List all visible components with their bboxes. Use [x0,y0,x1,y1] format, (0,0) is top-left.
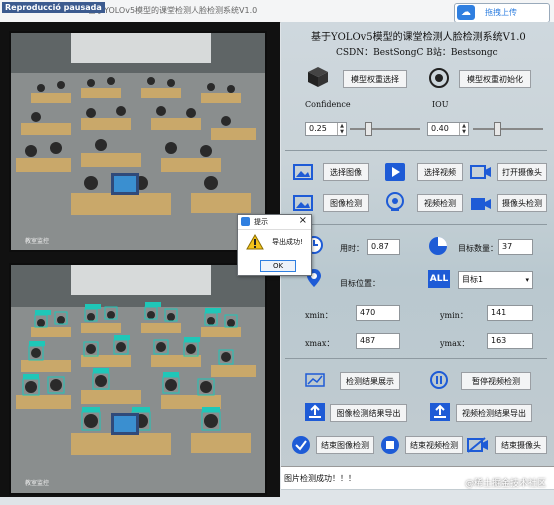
cube-icon [308,67,328,87]
spin-arrows-icon[interactable]: ▲ ▼ [459,123,468,135]
export-icon [430,403,450,421]
image-detect-icon [293,195,313,211]
ymax-value: 163 [487,333,533,349]
xmin-value: 470 [356,305,400,321]
open-camera-button[interactable]: 打开摄像头 [497,163,547,181]
pie-chart-icon [429,237,447,255]
divider [285,358,547,359]
video-detect-button[interactable]: 视频检测 [417,194,463,212]
upload-button[interactable]: ☁ 拖拽上传 [454,3,550,23]
target-select-value: 目标1 [462,275,484,284]
status-tag: Reproducció pausada [2,2,105,13]
target-icon [429,68,449,88]
xmin-label: xmin： [305,311,333,320]
chevron-down-icon: ▾ [525,276,529,284]
check-circle-icon [292,436,310,454]
position-label: 目标位置： [340,279,380,288]
stop-icon [381,436,399,454]
close-icon[interactable]: × [299,215,307,226]
confidence-slider-track[interactable] [350,128,420,130]
select-video-button[interactable]: 选择视频 [417,163,463,181]
spin-arrows-icon[interactable]: ▲ ▼ [337,123,346,135]
title-bar: 基于YOLOv5模型的课堂检测人脸检测系统V1.0 Reproducció pa… [0,0,554,23]
svg-text:教室监控: 教室监控 [25,237,49,245]
camera-detect-button[interactable]: 摄像头检测 [497,194,547,212]
image-detect-button[interactable]: 图像检测 [323,194,369,212]
dialog-message: 导出成功! [272,238,303,246]
dialog-title: 提示 [254,218,268,226]
upload-label: 拖拽上传 [485,8,517,17]
camera-icon [470,165,491,179]
app-icon [241,217,250,226]
confidence-value: 0.25 [309,124,327,133]
show-results-button[interactable]: 检测结果展示 [340,372,400,390]
end-image-button[interactable]: 结束图像检测 [316,436,374,454]
export-video-button[interactable]: 视频检测结果导出 [456,404,532,422]
ymax-label: ymax： [440,339,470,348]
ok-button[interactable]: OK [260,260,296,272]
xmax-label: xmax： [305,339,335,348]
message-dialog: 提示 × 导出成功! OK [237,214,312,276]
pause-video-button[interactable]: 暂停视频检测 [461,372,531,390]
camera-detect-icon [471,198,491,210]
cloud-upload-icon: ☁ [457,5,475,20]
confidence-label: Confidence [305,100,351,109]
iou-value: 0.40 [431,124,449,133]
status-message: 图片检测成功！！！ [284,474,356,483]
original-image: 教室监控 [9,31,267,252]
line-chart-icon [305,373,325,387]
model-select-button[interactable]: 模型权重选择 [343,70,407,88]
window-title: 基于YOLOv5模型的课堂检测人脸检测系统V1.0 [88,6,258,15]
page-title: 基于YOLOv5模型的课堂检测人脸检测系统V1.0 [311,32,526,43]
export-icon [305,403,325,421]
page-subtitle: CSDN：BestSongC B站：Bestsongc [336,48,498,58]
end-camera-button[interactable]: 结束摄像头 [495,436,547,454]
dialog-header: 提示 × [238,215,311,230]
xmax-value: 487 [356,333,400,349]
end-video-button[interactable]: 结束视频检测 [405,436,463,454]
ymin-label: ymin： [440,311,468,320]
warning-icon [246,234,264,250]
webcam-icon [386,192,404,211]
model-init-button[interactable]: 模型权重初始化 [459,70,531,88]
select-image-button[interactable]: 选择图像 [323,163,369,181]
target-select[interactable]: 目标1 ▾ [458,271,533,289]
pause-icon [430,371,448,389]
iou-slider-handle[interactable] [494,122,501,136]
divider [285,150,547,151]
svg-text:教室监控: 教室监控 [25,479,49,487]
ymin-value: 141 [487,305,533,321]
iou-input[interactable]: 0.40 ▲ ▼ [427,122,469,136]
image-icon [293,164,313,180]
video-icon [385,163,405,181]
count-value: 37 [498,239,533,255]
result-image: 教室监控 [9,263,267,495]
time-label: 用时： [340,244,364,253]
divider [285,224,547,225]
confidence-slider-handle[interactable] [365,122,372,136]
count-label: 目标数量： [458,244,498,253]
iou-label: IOU [432,100,449,109]
time-value: 0.87 [367,239,400,255]
watermark: @稀土掘金技术社区 [464,479,546,489]
all-icon: ALL [428,270,450,288]
export-image-button[interactable]: 图像检测结果导出 [330,404,407,422]
confidence-input[interactable]: 0.25 ▲ ▼ [305,122,347,136]
camera-off-icon [467,437,488,453]
iou-slider-track[interactable] [473,128,543,130]
